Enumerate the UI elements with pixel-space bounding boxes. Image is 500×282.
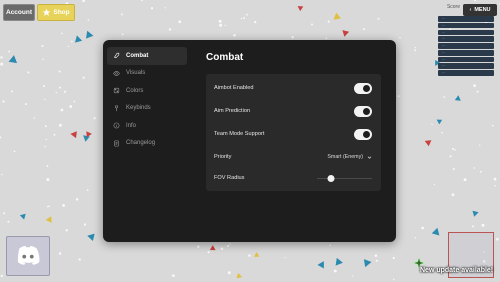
setting-row-fov-radius: FOV Radius [214, 171, 372, 185]
setting-label: Team Mode Support [214, 131, 265, 137]
sidebar-item-label: Changelog [126, 140, 156, 147]
leaderboard-row: … [438, 29, 494, 36]
setting-label: Priority [214, 154, 232, 160]
leaderboard: … … … … … … … … … [438, 16, 494, 77]
leaderboard-row: … [438, 22, 494, 29]
update-notice[interactable]: New update available! [420, 267, 493, 274]
shop-button[interactable]: Shop [37, 4, 75, 21]
score-label: Score [446, 4, 460, 10]
setting-label: Aimbot Enabled [214, 85, 254, 91]
sidebar-item-visuals[interactable]: Visuals [107, 65, 187, 83]
team-mode-support-toggle[interactable] [354, 128, 372, 140]
menu-button[interactable]: ‹ MENU [463, 4, 497, 16]
priority-select-value: Smart (Enemy) [327, 154, 363, 160]
sidebar-item-label: Colors [126, 87, 144, 94]
eye-icon [113, 70, 120, 76]
leaderboard-row: … [438, 63, 494, 70]
settings-sidebar: Combat Visuals Colors Keybinds Info Chan… [107, 47, 187, 152]
setting-row-aimbot-enabled: Aimbot Enabled [214, 81, 372, 95]
leaderboard-row: … [438, 70, 494, 76]
discord-icon [17, 246, 40, 265]
settings-content: Combat Aimbot Enabled Aim Prediction Tea… [206, 52, 381, 191]
sidebar-item-label: Combat [126, 52, 149, 59]
sidebar-item-changelog[interactable]: Changelog [107, 135, 187, 153]
keyboard-icon [115, 105, 118, 111]
sword-icon [113, 53, 120, 59]
sidebar-item-keybinds[interactable]: Keybinds [107, 100, 187, 118]
settings-panel: Aimbot Enabled Aim Prediction Team Mode … [206, 74, 381, 191]
sidebar-item-combat[interactable]: Combat [107, 47, 187, 65]
leaderboard-row: … [438, 43, 494, 49]
aim-prediction-toggle[interactable] [354, 105, 372, 117]
slider-track [317, 177, 372, 179]
leaderboard-row: … [438, 16, 494, 22]
setting-row-aim-prediction: Aim Prediction [214, 104, 372, 118]
sidebar-item-label: Keybinds [126, 105, 151, 112]
setting-row-team-mode-support: Team Mode Support [214, 127, 372, 141]
slider-thumb[interactable] [327, 174, 335, 182]
priority-select[interactable]: Smart (Enemy) [327, 154, 372, 160]
info-icon [113, 122, 120, 129]
aimbot-enabled-toggle[interactable] [354, 82, 372, 94]
account-button-label: Account [6, 9, 32, 16]
leaderboard-row: … [438, 56, 494, 63]
menu-button-label: MENU [474, 7, 491, 13]
chevron-down-icon [367, 155, 372, 159]
star-icon [43, 8, 51, 16]
sidebar-item-label: Visuals [126, 70, 146, 77]
leaderboard-row: … [438, 49, 494, 56]
settings-modal: Combat Visuals Colors Keybinds Info Chan… [103, 40, 396, 242]
setting-label: FOV Radius [214, 175, 245, 181]
document-icon [114, 140, 119, 147]
chevron-left-icon: ‹ [469, 7, 472, 13]
fov-radius-slider[interactable] [317, 174, 372, 182]
discord-widget[interactable] [6, 236, 50, 276]
sidebar-item-colors[interactable]: Colors [107, 82, 187, 100]
sidebar-item-info[interactable]: Info [107, 117, 187, 135]
shop-button-label: Shop [53, 9, 70, 16]
palette-icon [113, 88, 120, 94]
leaderboard-row: … [438, 36, 494, 42]
account-button[interactable]: Account [3, 4, 35, 21]
setting-row-priority: Priority Smart (Enemy) [214, 150, 372, 164]
page-title: Combat [206, 52, 244, 63]
setting-label: Aim Prediction [214, 108, 251, 114]
sidebar-item-label: Info [126, 122, 137, 129]
